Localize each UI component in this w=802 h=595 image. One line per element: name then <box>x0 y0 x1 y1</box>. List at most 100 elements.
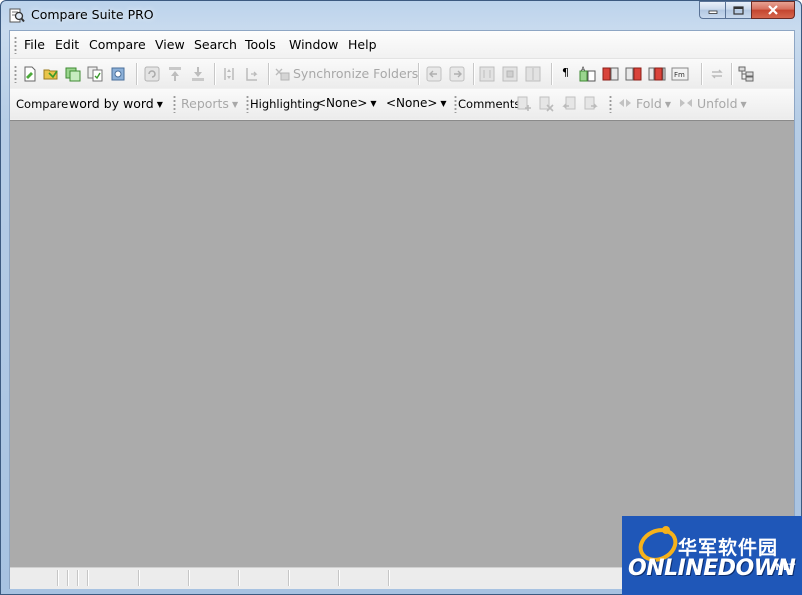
highlight-dropdown-1[interactable]: <None> ▼ <box>316 96 377 110</box>
toolbar-separator <box>268 63 269 85</box>
minimize-button[interactable] <box>699 1 725 19</box>
compare-red-1-button[interactable] <box>602 65 620 83</box>
red-documents-icon <box>602 67 619 81</box>
menu-view[interactable]: View <box>154 37 186 52</box>
fold-icon <box>619 99 631 107</box>
reports-dropdown[interactable]: Reports ▼ <box>181 96 238 111</box>
menu-search[interactable]: Search <box>193 37 238 52</box>
toolbar-grip[interactable] <box>454 95 457 113</box>
client-area: File Edit Compare View Search Tools Wind… <box>9 30 795 589</box>
new-document-button[interactable] <box>21 65 39 83</box>
save-button[interactable] <box>109 65 127 83</box>
title-bar[interactable]: Compare Suite PRO <box>1 1 801 29</box>
arrow-left-icon <box>426 66 442 82</box>
toolbar-separator <box>731 63 732 85</box>
add-comment-icon <box>517 96 531 111</box>
toolbar-separator <box>136 63 137 85</box>
fold-dropdown[interactable]: Fold ▼ <box>617 96 671 111</box>
toolbar-separator <box>701 63 702 85</box>
sync-scroll-button[interactable] <box>220 65 238 83</box>
menu-compare[interactable]: Compare <box>88 37 147 52</box>
grid-view-icon <box>479 66 495 82</box>
synchronize-folders-button[interactable]: Synchronize Folders <box>293 66 418 81</box>
next-comment-button[interactable] <box>582 95 600 113</box>
compare-format-button[interactable]: Fm <box>671 65 689 83</box>
previous-diff-button[interactable] <box>425 65 443 83</box>
refresh-icon <box>144 66 160 82</box>
toolbar-separator <box>551 63 552 85</box>
menu-tools[interactable]: Tools <box>244 37 277 52</box>
menu-bar: File Edit Compare View Search Tools Wind… <box>10 31 794 59</box>
status-panel <box>58 570 68 586</box>
previous-comment-icon <box>562 96 576 110</box>
open-folder-button[interactable] <box>42 65 60 83</box>
comments-label: Comments <box>458 97 521 111</box>
compare-mode-dropdown[interactable]: word by word ▼ <box>69 96 163 111</box>
compare-red-2-button[interactable] <box>625 65 643 83</box>
toolbar-grip[interactable] <box>173 95 176 113</box>
merge-icon <box>246 68 258 81</box>
highlighting-label: Highlighting <box>250 97 320 111</box>
unfold-dropdown[interactable]: Unfold ▼ <box>678 96 747 111</box>
compare-files-icon <box>65 67 81 82</box>
maximize-button[interactable] <box>725 1 751 19</box>
panel-view-icon <box>502 66 518 82</box>
highlight-dropdown-2[interactable]: <None> ▼ <box>386 96 447 110</box>
compare-files-button[interactable] <box>64 65 82 83</box>
unfold-label: Unfold <box>697 96 738 111</box>
next-comment-icon <box>584 96 598 110</box>
delete-comment-button[interactable] <box>537 95 555 113</box>
show-formatting-button[interactable]: ¶ <box>562 66 569 79</box>
chevron-down-icon: ▼ <box>740 100 747 109</box>
status-panel <box>88 570 139 586</box>
menu-help[interactable]: Help <box>347 37 378 52</box>
compare-text-button[interactable]: A <box>579 65 597 83</box>
add-comment-button[interactable] <box>515 95 533 113</box>
compare-copy-button[interactable] <box>86 65 104 83</box>
previous-comment-button[interactable] <box>560 95 578 113</box>
chevron-down-icon: ▼ <box>370 99 377 108</box>
toolbar-grip[interactable] <box>609 95 612 113</box>
mdi-workspace[interactable] <box>10 120 794 567</box>
menu-window[interactable]: Window <box>288 37 339 52</box>
logo-english-text: ONLINEDOWN <box>628 556 796 581</box>
view-mode-1-button[interactable] <box>478 65 496 83</box>
next-diff-button[interactable] <box>448 65 466 83</box>
move-up-button[interactable] <box>166 65 184 83</box>
svg-text:Fm: Fm <box>674 71 685 79</box>
menu-grip[interactable] <box>14 36 17 54</box>
app-magnifier-icon <box>9 8 25 23</box>
menu-file[interactable]: File <box>23 37 46 52</box>
options-button[interactable] <box>737 65 755 83</box>
view-mode-3-button[interactable] <box>524 65 542 83</box>
refresh-button[interactable] <box>143 65 161 83</box>
red-document-pair-icon <box>625 67 642 81</box>
toolbar-grip[interactable] <box>246 95 249 113</box>
logo-net-text: .NET <box>772 563 796 573</box>
disk-icon <box>111 67 125 81</box>
status-panel <box>78 570 88 586</box>
status-panel <box>139 570 189 586</box>
move-down-button[interactable] <box>189 65 207 83</box>
compare-red-3-button[interactable] <box>648 65 666 83</box>
minimize-icon <box>708 10 717 14</box>
maximize-icon <box>733 5 744 15</box>
toolbar-separator <box>214 63 215 85</box>
split-view-icon <box>525 66 541 82</box>
reports-label: Reports <box>181 96 229 111</box>
delete-comment-icon <box>539 96 554 112</box>
red-documents-alt-icon <box>648 67 666 81</box>
toolbar-grip[interactable] <box>14 65 17 83</box>
menu-edit[interactable]: Edit <box>54 37 80 52</box>
compare-toolbar: Compare word by word ▼ Reports ▼ Highlight… <box>10 89 794 119</box>
caption-buttons <box>699 1 795 20</box>
sync-folders-icon-button[interactable] <box>273 65 291 83</box>
view-mode-2-button[interactable] <box>501 65 519 83</box>
status-panel <box>68 570 78 586</box>
download-icon <box>192 67 204 81</box>
chevron-down-icon: ▼ <box>231 100 239 109</box>
close-button[interactable] <box>751 1 795 19</box>
swap-button[interactable] <box>708 65 726 83</box>
swap-icon <box>711 69 723 79</box>
merge-button[interactable] <box>243 65 261 83</box>
